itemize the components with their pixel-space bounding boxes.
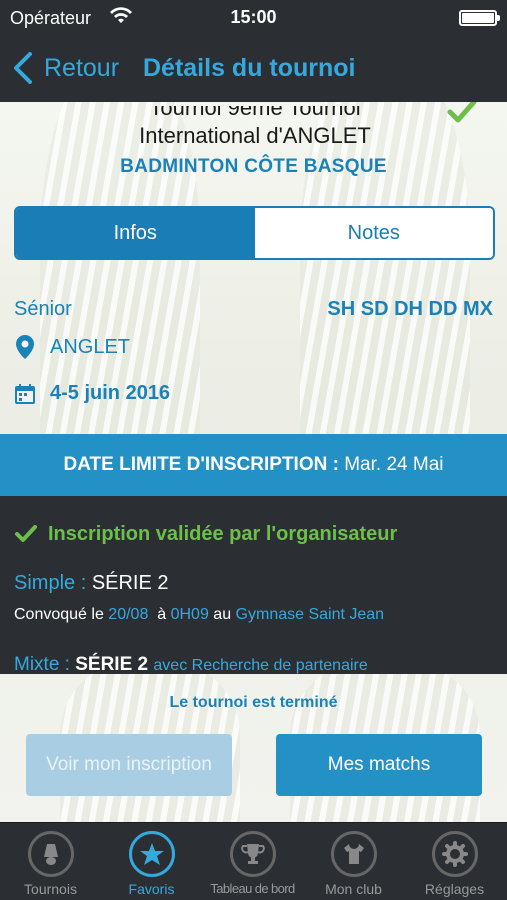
tab-label: Favoris	[128, 881, 175, 897]
date-text: 4-5 juin 2016	[50, 382, 171, 404]
tab-bar: Tournois Favoris Tableau de bord Mon clu…	[0, 822, 507, 900]
simple-label: Simple :	[14, 572, 87, 594]
registration-status: Inscription validée par l'organisateur	[14, 522, 397, 546]
mixte-partner-search: avec Recherche de partenaire	[153, 657, 368, 674]
convocation-prefix: Convoqué le	[14, 606, 104, 623]
category-label: Sénior	[14, 298, 72, 320]
tournament-name-line1: Tournoi 9ème Tournoi	[149, 102, 361, 120]
shuttlecock-icon	[27, 831, 74, 877]
my-matches-button[interactable]: Mes matchs	[276, 734, 482, 796]
trophy-icon	[229, 831, 276, 877]
tournament-name-line2: International d'ANGLET	[139, 123, 371, 148]
back-label: Retour	[44, 53, 120, 82]
mixte-entry: Mixte : SÉRIE 2 avec Recherche de parten…	[14, 654, 368, 676]
gear-icon	[431, 831, 478, 877]
location-row[interactable]: ANGLET	[14, 334, 130, 360]
tab-mon-club[interactable]: Mon club	[303, 823, 404, 900]
view-registration-button[interactable]: Voir mon inscription	[26, 734, 232, 796]
checkmark-icon	[15, 525, 37, 542]
page-title: Détails du tournoi	[143, 54, 356, 82]
deadline-label: DATE LIMITE D'INSCRIPTION :	[63, 454, 339, 475]
club-name: BADMINTON CÔTE BASQUE	[120, 156, 387, 177]
tab-infos[interactable]: Infos	[16, 208, 255, 258]
tournament-details: Tournoi 9ème Tournoi International d'ANG…	[0, 102, 507, 822]
mixte-value: SÉRIE 2	[75, 654, 149, 675]
battery-icon	[459, 10, 500, 26]
registration-deadline-banner: DATE LIMITE D'INSCRIPTION : Mar. 24 Mai	[0, 434, 507, 496]
convocation-place[interactable]: Gymnase Saint Jean	[236, 606, 385, 623]
tab-reglages[interactable]: Réglages	[404, 823, 505, 900]
date-row: 4-5 juin 2016	[14, 382, 170, 405]
location-text: ANGLET	[50, 335, 131, 358]
tab-label: Tableau de bord	[210, 881, 295, 896]
convocation-date: 20/08	[108, 606, 149, 623]
tab-label: Mon club	[325, 881, 382, 897]
convocation-at: à	[157, 606, 167, 623]
chevron-left-icon	[14, 52, 32, 84]
status-bar: Opérateur 15:00	[0, 0, 507, 36]
simple-value: SÉRIE 2	[91, 572, 169, 594]
location-pin-icon	[16, 335, 34, 359]
mixte-label: Mixte :	[14, 654, 70, 675]
segmented-control: Infos Notes	[14, 206, 495, 260]
tab-notes[interactable]: Notes	[254, 208, 493, 258]
convocation-time: 0H09	[170, 606, 209, 623]
calendar-icon	[15, 383, 35, 404]
tab-favoris[interactable]: Favoris	[101, 823, 202, 900]
nav-bar: Retour Détails du tournoi	[0, 36, 507, 102]
back-button[interactable]: Retour	[12, 50, 119, 86]
tab-tournois[interactable]: Tournois	[0, 823, 101, 900]
checkmark-icon	[447, 102, 477, 123]
tab-tableau-de-bord[interactable]: Tableau de bord	[202, 823, 303, 900]
convocation-line: Convoqué le 20/08 à 0H09 au Gymnase Sain…	[14, 606, 384, 624]
tab-label: Réglages	[424, 881, 485, 897]
simple-entry: Simple : SÉRIE 2	[14, 572, 169, 595]
clock: 15:00	[230, 7, 277, 27]
star-icon	[128, 831, 175, 877]
tab-label: Tournois	[24, 881, 77, 897]
shirt-icon	[330, 831, 377, 877]
registration-panel: Inscription validée par l'organisateur S…	[0, 496, 507, 676]
tournament-name: Tournoi 9ème Tournoi International d'ANG…	[60, 102, 450, 150]
tournament-finished-notice: Le tournoi est terminé	[169, 694, 338, 711]
convocation-au: au	[213, 606, 232, 623]
registration-status-text: Inscription validée par l'organisateur	[48, 522, 398, 545]
event-types: SH SD DH DD MX	[327, 298, 493, 320]
deadline-value: Mar. 24 Mai	[344, 454, 444, 475]
